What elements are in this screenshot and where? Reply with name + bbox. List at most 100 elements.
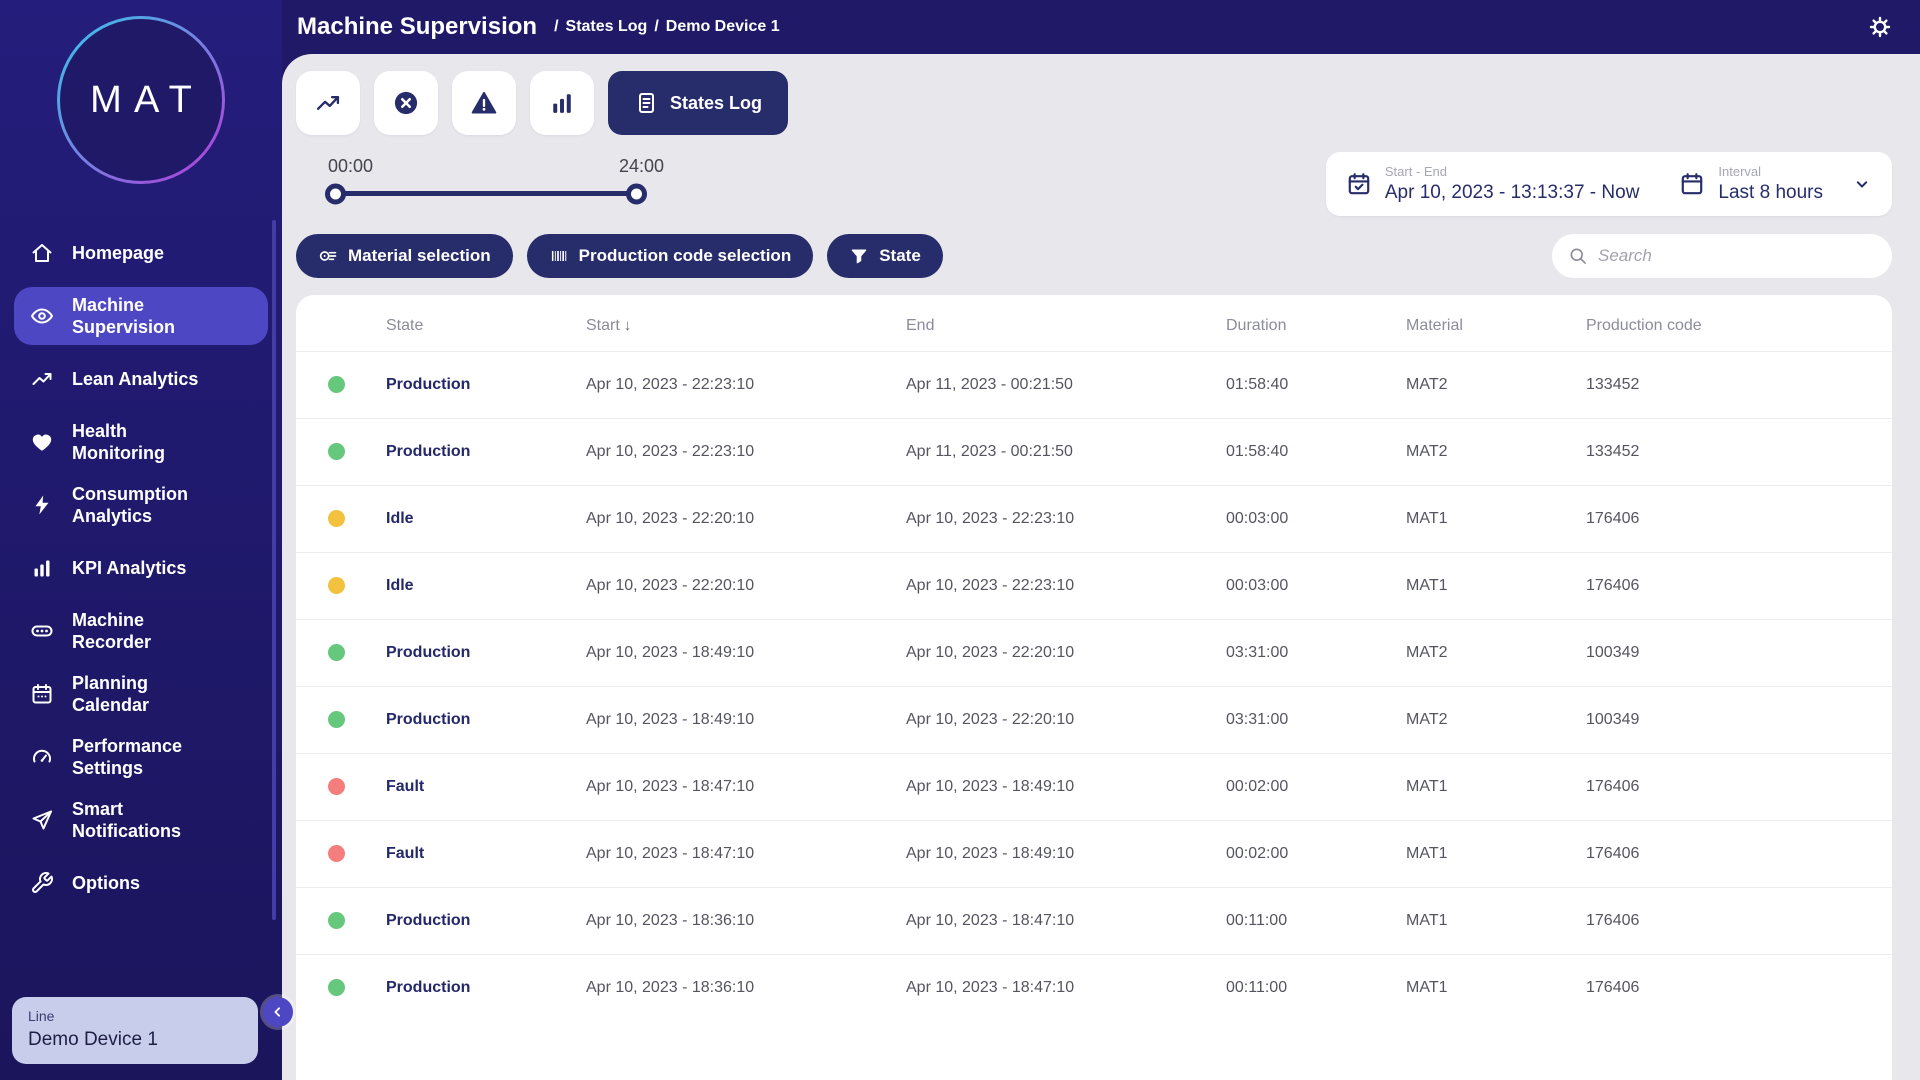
sidebar-item-planning-calendar[interactable]: Planning Calendar: [14, 665, 268, 723]
states-log-icon: [634, 91, 658, 115]
slider-handle-start[interactable]: [325, 183, 346, 204]
breadcrumb-separator: /: [654, 18, 658, 36]
chevron-left-icon: [269, 1003, 287, 1021]
table-row: Idle Apr 10, 2023 - 22:20:10 Apr 10, 202…: [296, 486, 1892, 553]
material-cell: MAT1: [1396, 955, 1576, 1022]
recorder-icon: [30, 619, 54, 643]
sidebar-item-homepage[interactable]: Homepage: [14, 224, 268, 282]
start-cell: Apr 10, 2023 - 18:36:10: [576, 955, 896, 1022]
material-cell: MAT2: [1396, 352, 1576, 419]
production-code-selection-button[interactable]: Production code selection: [527, 234, 814, 278]
main-content: States Log 00:00 24:00 Start - End Apr 1…: [282, 54, 1920, 1080]
slider-track[interactable]: [328, 191, 644, 196]
slider-handle-end[interactable]: [626, 183, 647, 204]
table-row: Production Apr 10, 2023 - 22:23:10 Apr 1…: [296, 352, 1892, 419]
sidebar-item-machine-supervision[interactable]: Machine Supervision: [14, 287, 268, 345]
sidebar-item-health-monitoring[interactable]: Health Monitoring: [14, 413, 268, 471]
start-end-value: Apr 10, 2023 - 13:13:37 - Now: [1385, 182, 1640, 204]
state-cell: Fault: [376, 821, 576, 888]
device-name: Demo Device 1: [28, 1029, 242, 1051]
production-code-cell: 100349: [1576, 687, 1892, 754]
start-cell: Apr 10, 2023 - 22:20:10: [576, 553, 896, 620]
duration-cell: 00:11:00: [1216, 888, 1396, 955]
sidebar-scrollbar[interactable]: [272, 220, 276, 920]
duration-cell: 00:02:00: [1216, 821, 1396, 888]
state-cell: Production: [376, 888, 576, 955]
state-color-dot: [328, 845, 345, 862]
tab-trend-chart[interactable]: [296, 71, 360, 135]
end-cell: Apr 10, 2023 - 22:20:10: [896, 687, 1216, 754]
duration-cell: 00:03:00: [1216, 486, 1396, 553]
sidebar-item-smart-notifications[interactable]: Smart Notifications: [14, 791, 268, 849]
tab-states-log[interactable]: States Log: [608, 71, 788, 135]
sidebar-item-machine-recorder[interactable]: Machine Recorder: [14, 602, 268, 660]
slider-start-label: 00:00: [328, 156, 373, 177]
table-row: Production Apr 10, 2023 - 22:23:10 Apr 1…: [296, 419, 1892, 486]
duration-cell: 00:03:00: [1216, 553, 1396, 620]
col-status-dot: [296, 295, 376, 352]
duration-cell: 00:11:00: [1216, 955, 1396, 1022]
settings-gear-icon[interactable]: [1868, 15, 1892, 39]
duration-cell: 03:31:00: [1216, 687, 1396, 754]
col-start[interactable]: Start↓: [576, 295, 896, 352]
col-state[interactable]: State: [376, 295, 576, 352]
duration-cell: 03:31:00: [1216, 620, 1396, 687]
sidebar-item-kpi-analytics[interactable]: KPI Analytics: [14, 539, 268, 597]
chevron-down-icon: [1852, 174, 1872, 194]
sidebar-item-consumption-analytics[interactable]: Consumption Analytics: [14, 476, 268, 534]
col-production-code[interactable]: Production code: [1576, 295, 1892, 352]
start-end-label: Start - End: [1385, 164, 1640, 179]
tab-stops[interactable]: [374, 71, 438, 135]
end-cell: Apr 10, 2023 - 22:23:10: [896, 486, 1216, 553]
states-log-label: States Log: [670, 93, 762, 114]
barcode-icon: [549, 246, 569, 266]
breadcrumb-device[interactable]: Demo Device 1: [666, 18, 780, 36]
material-icon: [318, 246, 338, 266]
sidebar-item-lean-analytics[interactable]: Lean Analytics: [14, 350, 268, 408]
page-title: Machine Supervision: [297, 13, 537, 41]
interval-selector[interactable]: Interval Last 8 hours: [1679, 164, 1872, 204]
device-selector[interactable]: Line Demo Device 1: [12, 997, 258, 1064]
end-cell: Apr 10, 2023 - 22:23:10: [896, 553, 1216, 620]
end-cell: Apr 10, 2023 - 18:47:10: [896, 955, 1216, 1022]
search-icon: [1568, 246, 1588, 266]
funnel-icon: [849, 246, 869, 266]
calendar-check-icon: [1346, 171, 1372, 197]
sidebar-collapse-button[interactable]: [263, 997, 293, 1027]
duration-cell: 01:58:40: [1216, 419, 1396, 486]
table-row: Idle Apr 10, 2023 - 22:20:10 Apr 10, 202…: [296, 553, 1892, 620]
sort-descending-icon[interactable]: ↓: [624, 317, 632, 334]
table-header-row: State Start↓ End Duration Material Produ…: [296, 295, 1892, 352]
table-row: Fault Apr 10, 2023 - 18:47:10 Apr 10, 20…: [296, 821, 1892, 888]
col-duration[interactable]: Duration: [1216, 295, 1396, 352]
search-input[interactable]: [1598, 246, 1876, 266]
tab-bar-chart[interactable]: [530, 71, 594, 135]
sidebar: MAT Homepage Machine Supervision Lean An…: [0, 0, 282, 1080]
end-cell: Apr 10, 2023 - 22:20:10: [896, 620, 1216, 687]
breadcrumb-states-log[interactable]: States Log: [566, 18, 648, 36]
production-code-cell: 176406: [1576, 955, 1892, 1022]
states-table-card: State Start↓ End Duration Material Produ…: [296, 295, 1892, 1080]
search-box: [1552, 234, 1892, 278]
filters-row: Material selection Production code selec…: [296, 234, 1892, 278]
tab-alarms[interactable]: [452, 71, 516, 135]
bar-chart-icon: [548, 89, 576, 117]
table-row: Production Apr 10, 2023 - 18:36:10 Apr 1…: [296, 955, 1892, 1022]
start-cell: Apr 10, 2023 - 18:49:10: [576, 620, 896, 687]
state-color-dot: [328, 577, 345, 594]
production-code-cell: 176406: [1576, 821, 1892, 888]
start-end-selector[interactable]: Start - End Apr 10, 2023 - 13:13:37 - No…: [1346, 164, 1640, 204]
logo: MAT: [57, 16, 225, 184]
state-filter-button[interactable]: State: [827, 234, 943, 278]
state-color-dot: [328, 376, 345, 393]
material-cell: MAT2: [1396, 419, 1576, 486]
material-selection-button[interactable]: Material selection: [296, 234, 513, 278]
col-material[interactable]: Material: [1396, 295, 1576, 352]
duration-cell: 01:58:40: [1216, 352, 1396, 419]
state-color-dot: [328, 711, 345, 728]
trend-chart-icon: [314, 89, 342, 117]
sidebar-item-performance-settings[interactable]: Performance Settings: [14, 728, 268, 786]
col-end[interactable]: End: [896, 295, 1216, 352]
state-cell: Production: [376, 955, 576, 1022]
sidebar-item-options[interactable]: Options: [14, 854, 268, 912]
